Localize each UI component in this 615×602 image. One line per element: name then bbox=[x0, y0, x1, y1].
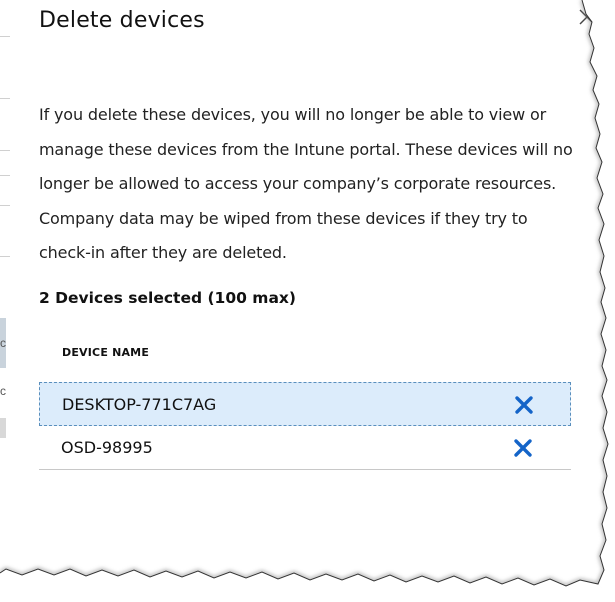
remove-x-icon bbox=[515, 396, 533, 414]
table-row[interactable]: OSD-98995 bbox=[39, 426, 571, 470]
background-divider bbox=[0, 150, 10, 151]
selected-count-label: 2 Devices selected (100 max) bbox=[39, 289, 296, 307]
background-divider bbox=[0, 175, 10, 176]
column-header-device-name: DEVICE NAME bbox=[62, 346, 150, 359]
device-name-cell: OSD-98995 bbox=[61, 438, 153, 457]
dialog-title: Delete devices bbox=[39, 8, 205, 33]
background-divider bbox=[0, 205, 10, 206]
table-row[interactable]: DESKTOP-771C7AG bbox=[39, 382, 571, 426]
background-fragment-text: c bbox=[0, 384, 6, 398]
dialog-description: If you delete these devices, you will no… bbox=[39, 105, 573, 262]
remove-device-button[interactable] bbox=[514, 395, 534, 415]
background-divider bbox=[0, 256, 10, 257]
background-divider bbox=[0, 36, 10, 37]
devices-table: DESKTOP-771C7AG OSD-98995 bbox=[39, 382, 571, 470]
remove-device-button[interactable] bbox=[513, 438, 533, 458]
device-name-cell: DESKTOP-771C7AG bbox=[62, 395, 217, 414]
screenshot-stage: c c Delete devices If you delete these d… bbox=[0, 0, 615, 602]
background-divider bbox=[0, 98, 10, 99]
background-fragment-text: c bbox=[0, 336, 6, 350]
background-panel-edge bbox=[0, 418, 6, 438]
close-icon bbox=[579, 9, 595, 25]
delete-devices-dialog: Delete devices If you delete these devic… bbox=[10, 0, 595, 580]
close-button[interactable] bbox=[578, 8, 596, 26]
remove-x-icon bbox=[514, 439, 532, 457]
